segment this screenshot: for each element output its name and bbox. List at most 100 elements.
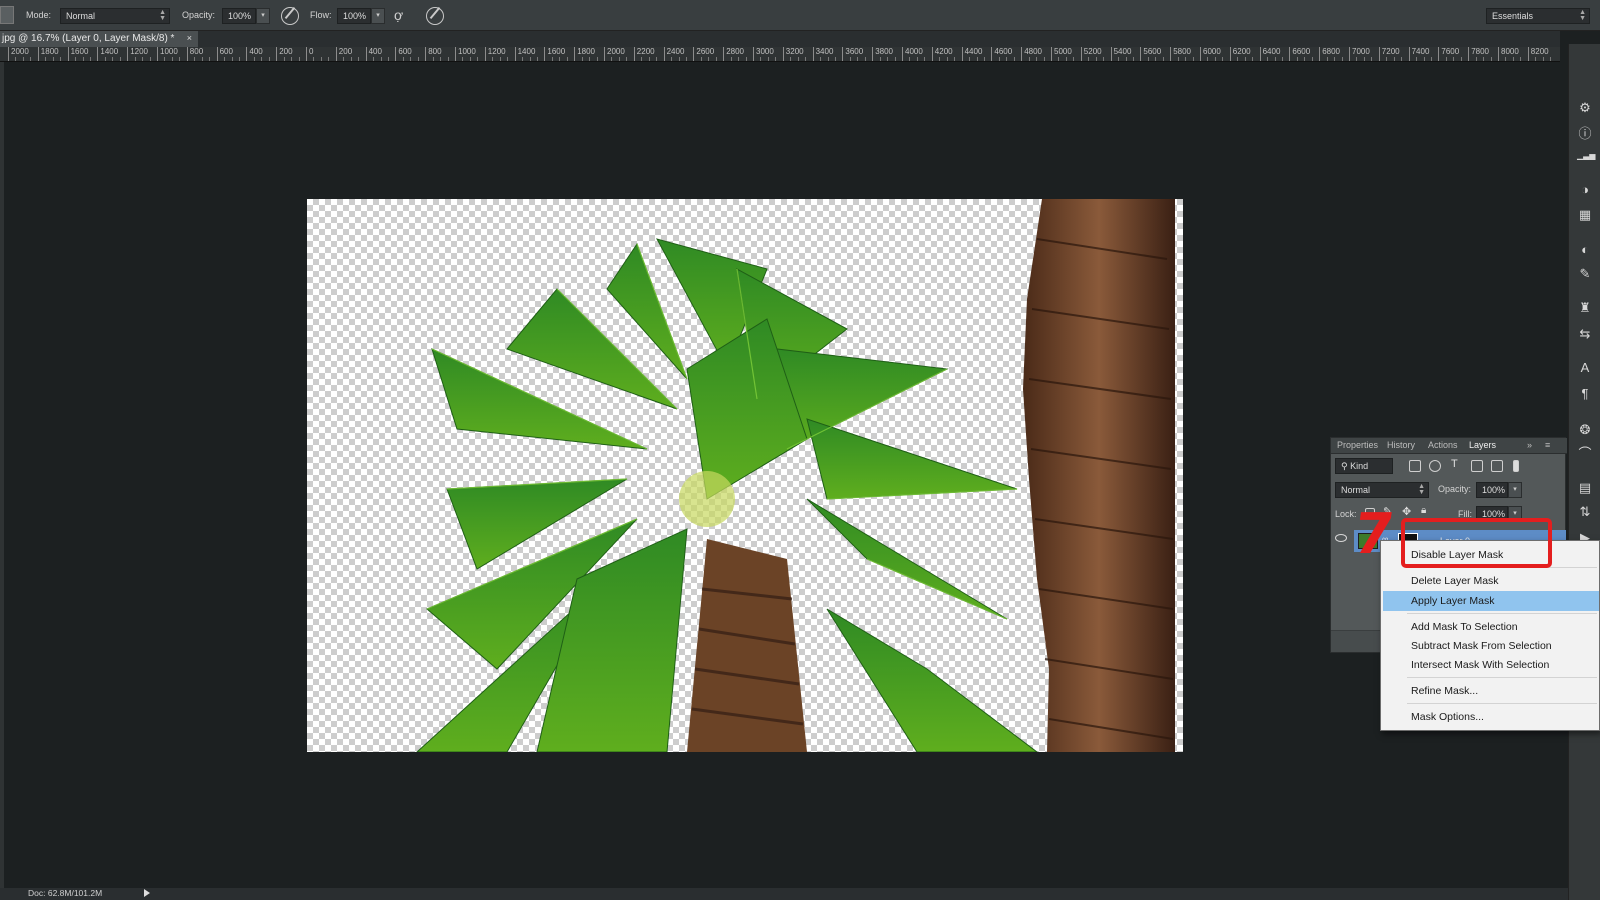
channels-icon[interactable]: ⇅ [1577,504,1593,520]
menu-item-refine-mask[interactable]: Refine Mask... [1383,681,1599,701]
menu-item-intersect-mask-with-selection[interactable]: Intersect Mask With Selection [1383,655,1599,675]
panel-menu-icon[interactable]: ≡ [1545,440,1550,450]
histogram-icon[interactable]: ▁▃▅ [1577,148,1595,164]
ruler-minor-tick [328,57,330,61]
ruler-minor-tick [827,57,829,61]
opacity-slider-toggle[interactable]: ▾ [256,8,270,24]
ruler-tick-label: 4600 [991,47,1012,61]
ruler-minor-tick [104,57,106,61]
layer-filter-dropdown[interactable]: ⚲ Kind [1335,458,1393,474]
ruler-minor-tick [894,57,896,61]
gear-icon[interactable]: ⚙ [1577,100,1593,116]
ruler-minor-tick [924,57,926,61]
menu-item-subtract-mask-from-selection[interactable]: Subtract Mask From Selection [1383,636,1599,656]
brush-presets-icon[interactable]: ✎ [1577,266,1593,282]
workspace-dropdown[interactable]: Essentials ▲ ▼ [1486,8,1590,24]
shape-filter-icon[interactable] [1471,460,1483,472]
blend-mode-dropdown[interactable]: Normal ▲ ▼ [1335,482,1429,498]
ruler-minor-tick [946,57,948,61]
brush-tool-preset-icon[interactable] [0,6,14,24]
ruler-tick-label: 1600 [544,47,565,61]
character-icon[interactable]: A [1577,360,1593,376]
tab-actions[interactable]: Actions [1428,440,1458,450]
pressure-size-icon[interactable] [426,7,444,25]
ruler-tick-label: 1800 [574,47,595,61]
color-wheel-icon[interactable]: ◑ [1577,182,1593,198]
document-tab[interactable]: jpg @ 16.7% (Layer 0, Layer Mask/8) * × [0,31,198,47]
ruler-minor-tick [447,57,449,61]
menu-item-apply-layer-mask[interactable]: Apply Layer Mask [1383,591,1599,611]
mode-dropdown[interactable]: Normal ▲ ▼ [60,8,170,24]
annotation-step-number: 7 [1349,502,1398,567]
ruler-tick-label: 1600 [67,47,88,61]
ruler-minor-tick [879,57,881,61]
ruler-tick-label: 3600 [842,47,863,61]
opacity-value: 100% [228,11,252,21]
ruler-minor-tick [1237,57,1239,61]
close-tab-icon[interactable]: × [187,33,192,43]
paragraph-icon[interactable]: ¶ [1577,386,1593,402]
layer-opacity-input[interactable]: 100% [1476,482,1508,498]
horizontal-ruler[interactable]: 2000 1800 1600 1400 1200 1000 800 600 400 200 0 200… [0,47,1560,62]
layer-opacity-slider-toggle[interactable]: ▾ [1508,482,1522,498]
pixel-filter-icon[interactable] [1409,460,1421,472]
info-icon[interactable]: ⓘ [1577,126,1593,142]
tab-history[interactable]: History [1387,440,1415,450]
status-menu-arrow-icon[interactable] [144,889,150,897]
layer-visibility-eye-icon[interactable] [1335,534,1347,542]
ruler-tick-label: 2400 [663,47,684,61]
lock-all-icon[interactable]: 🔒︎ [1421,505,1426,516]
lock-position-icon[interactable]: ✥ [1402,505,1411,518]
menu-item-mask-options[interactable]: Mask Options... [1383,707,1599,727]
ruler-minor-tick [596,57,598,61]
menu-item-delete-layer-mask[interactable]: Delete Layer Mask [1383,571,1599,591]
ruler-minor-tick [373,57,375,61]
collapse-panel-icon[interactable]: » [1527,440,1532,450]
ruler-minor-tick [969,57,971,61]
ruler-minor-tick [142,57,144,61]
pressure-opacity-icon[interactable] [281,7,299,25]
document-canvas[interactable] [307,199,1183,752]
tool-presets-icon[interactable]: ⇆ [1577,326,1593,342]
ruler-minor-tick [477,57,479,61]
ruler-minor-tick [201,57,203,61]
ruler-minor-tick [1401,57,1403,61]
layer-comps-icon[interactable]: ▤ [1577,480,1593,496]
ruler-minor-tick [1274,57,1276,61]
vertical-ruler[interactable] [0,62,4,888]
smart-object-filter-icon[interactable] [1491,460,1503,472]
ruler-minor-tick [499,57,501,61]
ruler-minor-tick [767,57,769,61]
ruler-minor-tick [1043,57,1045,61]
filter-toggle-icon[interactable] [1513,460,1519,472]
ruler-tick-label: 2000 [8,47,29,61]
airbrush-icon[interactable]: ợ [394,7,414,25]
document-size-info[interactable]: Doc: 62.8M/101.2M [28,888,102,898]
paths-icon[interactable]: ⌒ [1577,446,1593,462]
flow-slider-toggle[interactable]: ▾ [371,8,385,24]
adjustment-filter-icon[interactable] [1429,460,1441,472]
type-filter-icon[interactable]: T [1451,458,1458,470]
ruler-minor-tick [730,57,732,61]
ruler-tick-label: 3400 [812,47,833,61]
ruler-minor-tick [507,57,509,61]
ruler-minor-tick [209,57,211,61]
ruler-minor-tick [1177,57,1179,61]
swatches-icon[interactable]: ▦ [1577,207,1593,223]
tab-properties[interactable]: Properties [1337,440,1378,450]
ruler-minor-tick [1073,57,1075,61]
ruler-minor-tick [820,57,822,61]
clone-source-icon[interactable]: ♜ [1577,300,1593,316]
ruler-tick-label: 5200 [1080,47,1102,61]
ruler-minor-tick [350,57,352,61]
panel-icon-strip: ⚙ⓘ▁▃▅◑▦◐✎♜⇆A¶❂⌒▤⇅▶◈ [1568,44,1600,900]
ruler-minor-tick [410,57,412,61]
adjustments-icon[interactable]: ◐ [1577,242,1593,258]
3d-icon[interactable]: ❂ [1577,422,1593,438]
opacity-input[interactable]: 100% [222,8,256,24]
ruler-minor-tick [1147,57,1149,61]
tab-layers[interactable]: Layers [1469,440,1496,450]
ruler-minor-tick [402,57,404,61]
flow-input[interactable]: 100% [337,8,371,24]
menu-item-add-mask-to-selection[interactable]: Add Mask To Selection [1383,617,1599,637]
